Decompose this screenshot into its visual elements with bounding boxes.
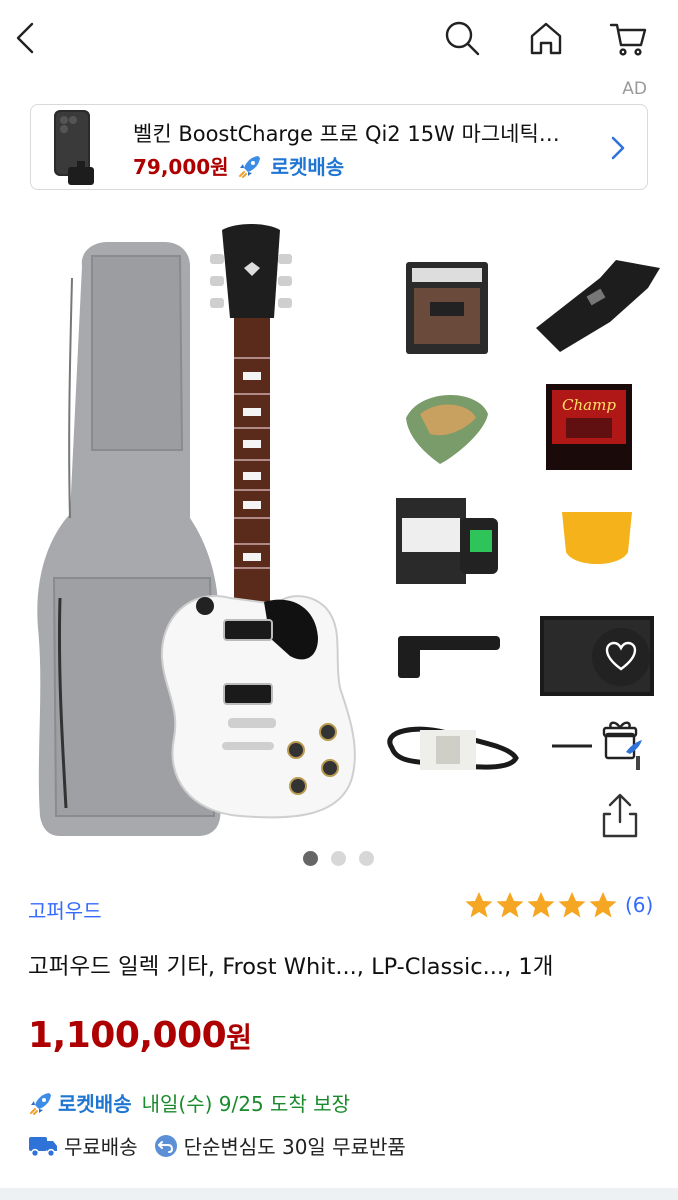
brand-link[interactable]: 고퍼우드 [28, 895, 102, 924]
accessory-capo [406, 262, 488, 354]
top-nav-bar [0, 0, 678, 80]
star-icon [558, 892, 586, 918]
heart-icon [605, 641, 637, 671]
star-icon [465, 892, 493, 918]
accessory-string-winder [398, 636, 500, 678]
gift-icon[interactable] [600, 718, 644, 762]
carousel-page-indicator [303, 851, 374, 866]
ad-price-row: 79,000원 로켓배송 [133, 151, 344, 180]
rocket-icon [30, 1092, 51, 1115]
ad-title: 벨킨 BoostCharge 프로 Qi2 15W 마그네틱… [133, 122, 560, 146]
home-button[interactable] [522, 14, 570, 62]
search-button[interactable] [438, 14, 486, 62]
product-title: 고퍼우드 일렉 기타, Frost Whit..., LP-Classic...… [28, 954, 554, 980]
delivery-info: 로켓배송 내일(수) 9/25 도착 보장 [28, 1088, 350, 1117]
ad-product-thumbnail [54, 110, 94, 185]
rating-stars[interactable]: (6) [464, 890, 653, 920]
svg-text:Champ: Champ [562, 396, 616, 414]
wishlist-button[interactable] [592, 628, 650, 686]
review-count[interactable]: (6) [625, 893, 653, 917]
accessory-strings: Champ [546, 384, 632, 470]
ad-chevron-right-icon [607, 134, 629, 162]
benefits-row: 무료배송 단순변심도 30일 무료반품 [28, 1131, 406, 1160]
price-number: 1,100,000 [28, 1015, 227, 1056]
share-button[interactable] [598, 792, 642, 840]
product-price: 1,100,000원 [28, 1015, 252, 1056]
free-return-label: 단순변심도 30일 무료반품 [183, 1135, 406, 1159]
share-icon [602, 793, 638, 838]
return-icon [154, 1134, 177, 1157]
back-arrow-icon [16, 22, 34, 54]
accessory-cable [387, 726, 519, 770]
ad-banner[interactable]: 벨킨 BoostCharge 프로 Qi2 15W 마그네틱… 79,000원 … [30, 104, 648, 190]
home-icon [530, 22, 562, 55]
star-icon [589, 892, 617, 918]
accessory-pick [406, 394, 488, 464]
arrival-date: 내일(수) 9/25 도착 보장 [141, 1092, 350, 1116]
free-shipping-label: 무료배송 [64, 1135, 138, 1159]
price-unit: 원 [226, 1021, 252, 1054]
truck-icon [29, 1136, 57, 1157]
carousel-dot[interactable] [331, 851, 346, 866]
accessory-pick-holder [562, 512, 632, 564]
ad-label: AD [622, 79, 647, 99]
back-button[interactable] [2, 14, 50, 62]
cart-button[interactable] [604, 14, 652, 62]
section-divider [0, 1188, 678, 1200]
carousel-dot[interactable] [359, 851, 374, 866]
accessory-strap [536, 260, 660, 352]
rocket-icon [238, 155, 260, 178]
cart-icon [609, 23, 647, 56]
accessory-tuner [396, 498, 498, 584]
ad-price: 79,000원 [133, 155, 229, 179]
ad-rocket-label: 로켓배송 [270, 155, 345, 179]
carousel-dot[interactable] [303, 851, 318, 866]
star-icon [496, 892, 524, 918]
search-icon [445, 21, 480, 56]
star-icon [527, 892, 555, 918]
product-image-carousel[interactable]: Champ [0, 218, 678, 838]
product-image: Champ [37, 224, 660, 836]
rocket-delivery-label: 로켓배송 [58, 1092, 132, 1116]
